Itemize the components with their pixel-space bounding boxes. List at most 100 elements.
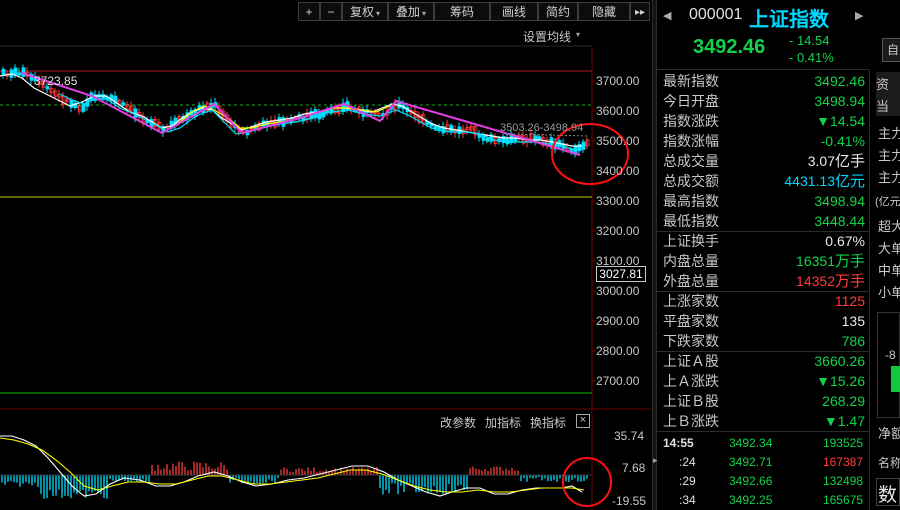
stat-value: 3492.46 (814, 73, 865, 89)
stat-label: 下跌家数 (663, 333, 719, 349)
stat-label: 最新指数 (663, 73, 719, 89)
macd-dea-line (0, 437, 585, 493)
tick-row: 14:55 3492.34 193525 (663, 436, 863, 450)
highlight-circle-sub (562, 457, 612, 507)
stat-value: 3660.26 (814, 353, 865, 369)
stat-row: 内盘总量 16351万手 (657, 251, 867, 271)
stat-label: 最低指数 (663, 213, 719, 229)
stat-label: 上涨家数 (663, 293, 719, 309)
stat-value: ▼15.26 (816, 373, 865, 389)
price-change-pct: - 0.41% (789, 50, 834, 65)
y-tick: 2900.00 (596, 314, 640, 328)
stat-row: 指数涨跌 ▼14.54 (657, 111, 867, 131)
stat-label: 上证Ａ股 (663, 353, 719, 369)
stat-row: 总成交量 3.07亿手 (657, 151, 867, 171)
y-tick: 3600.00 (596, 104, 640, 118)
last-price-box: 3027.81 (596, 266, 646, 282)
y-tick: 2800.00 (596, 344, 640, 358)
candle-body (577, 144, 582, 152)
stat-value: 3498.94 (814, 193, 865, 209)
y-tick: 3500.00 (596, 134, 640, 148)
stat-label: 最高指数 (663, 193, 719, 209)
stat-value: 786 (841, 333, 865, 349)
y-tick: 3300.00 (596, 194, 640, 208)
add-indicator-link[interactable]: 加指标 (485, 414, 521, 431)
high-price-label: 3723.85 (34, 74, 78, 88)
candle-body (81, 103, 86, 112)
stat-row: 指数涨幅 -0.41% (657, 131, 867, 151)
y-tick: 3000.00 (596, 284, 640, 298)
stat-row: 上证Ｂ股 268.29 (657, 391, 867, 411)
stat-row: 上证换手 0.67% (657, 231, 867, 251)
stat-row: 上涨家数 1125 (657, 291, 867, 311)
edge-label: 主力 (878, 126, 900, 141)
edge-label: 主力 (878, 170, 900, 185)
stat-label: 平盘家数 (663, 313, 719, 329)
stock-code: 000001 (689, 6, 743, 23)
stat-row: 上Ｂ涨跌 ▼1.47 (657, 411, 867, 431)
y-tick: 3700.00 (596, 74, 640, 88)
stat-value: 14352万手 (796, 273, 865, 290)
stat-label: 上Ａ涨跌 (663, 373, 719, 389)
switch-indicator-link[interactable]: 换指标 (530, 414, 566, 431)
stat-value: 0.67% (825, 233, 865, 249)
edge-label: 净额 (878, 426, 900, 441)
stat-label: 外盘总量 (663, 273, 719, 289)
range-label: 3503.26-3498.94 (500, 122, 584, 134)
candle-body (433, 125, 438, 130)
stat-row: 外盘总量 14352万手 (657, 271, 867, 291)
candlesticks (1, 64, 590, 158)
sub-y-tick: 35.74 (614, 429, 645, 443)
y-tick: 3200.00 (596, 224, 640, 238)
stat-value: 268.29 (822, 393, 865, 409)
stat-row: 最新指数 3492.46 (657, 71, 867, 91)
next-stock-icon[interactable]: ▶ (855, 9, 863, 22)
edge-label: 超大 (878, 219, 900, 234)
edge-label: (亿元 (875, 196, 900, 208)
candle-body (485, 137, 490, 142)
edge-tab[interactable]: 当 (876, 96, 900, 115)
stat-row: 上证Ａ股 3660.26 (657, 351, 867, 371)
tick-row: :24 3492.71 167387 (679, 455, 863, 469)
stat-value: 3498.94 (814, 93, 865, 109)
sub-y-tick: -19.55 (612, 494, 647, 508)
stat-row: 总成交额 4431.13亿元 (657, 171, 867, 191)
candle-body (581, 141, 586, 150)
current-price: 3492.46 (693, 36, 766, 58)
self-select-button[interactable]: 自 (882, 38, 900, 62)
candle-body (13, 67, 18, 75)
candle-body (449, 125, 454, 132)
tick-row: :34 3492.25 165675 (679, 493, 863, 507)
edge-tab[interactable]: 资 (876, 74, 900, 93)
macd-bars (1, 461, 588, 499)
stat-value: -0.41% (820, 133, 865, 149)
stock-name: 上证指数 (749, 9, 829, 31)
candle-body (1, 68, 6, 76)
change-params-link[interactable]: 改参数 (440, 414, 476, 431)
stat-label: 指数涨跌 (663, 113, 719, 129)
close-icon[interactable]: × (576, 414, 590, 428)
stat-label: 上证Ｂ股 (663, 393, 719, 409)
stat-row: 下跌家数 786 (657, 331, 867, 351)
edge-label: 小单 (878, 285, 900, 300)
prev-stock-icon[interactable]: ◀ (663, 9, 671, 22)
stat-row: 最高指数 3498.94 (657, 191, 867, 211)
edge-label: 大单 (878, 241, 900, 256)
stat-value: 16351万手 (796, 253, 865, 270)
stat-label: 总成交量 (663, 153, 719, 169)
y-tick: 2700.00 (596, 374, 640, 388)
stat-value: 4431.13亿元 (784, 173, 865, 190)
edge-label: 数 (878, 485, 898, 506)
candle-body (477, 134, 482, 138)
stat-row: 最低指数 3448.44 (657, 211, 867, 231)
stat-label: 指数涨幅 (663, 133, 719, 149)
stat-label: 上Ｂ涨跌 (663, 413, 719, 429)
stat-row: 上Ａ涨跌 ▼15.26 (657, 371, 867, 391)
stat-label: 上证换手 (663, 233, 719, 249)
stat-label: 总成交额 (663, 173, 719, 189)
stat-value: 3448.44 (814, 213, 865, 229)
kline-chart[interactable] (0, 0, 652, 510)
stat-label: 内盘总量 (663, 253, 719, 269)
edge-label: 主力 (878, 148, 900, 163)
sub-y-tick: 7.68 (622, 461, 646, 475)
